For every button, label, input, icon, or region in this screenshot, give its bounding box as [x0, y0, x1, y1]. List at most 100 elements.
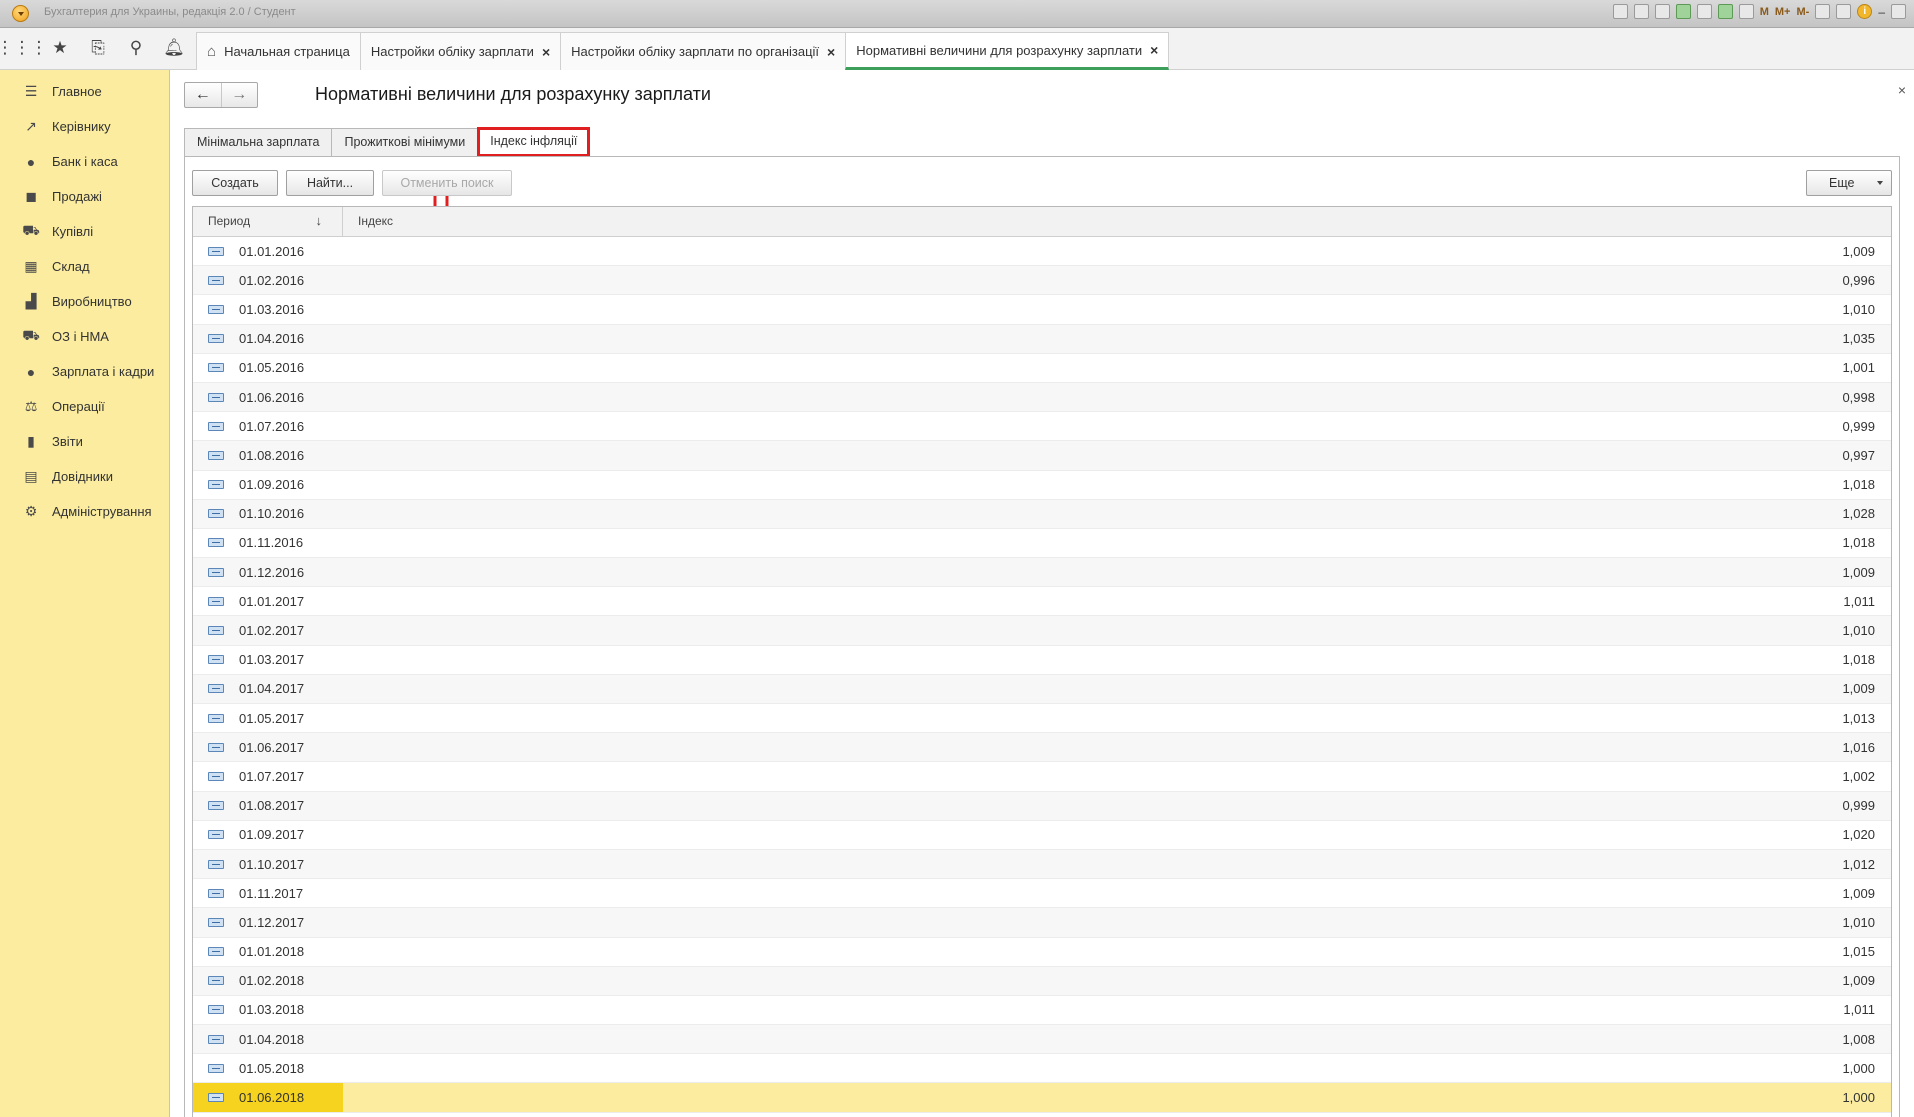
tab-payroll-settings-org[interactable]: Настройки обліку зарплати по організації… [560, 32, 847, 70]
table-row[interactable]: 01.06.2017 1,016 [193, 733, 1891, 763]
tab-home[interactable]: ⌂ Начальная страница [196, 32, 361, 70]
table-row[interactable]: 01.06.2018 1,000 [193, 1083, 1891, 1113]
table-row[interactable]: 01.10.2017 1,012 [193, 849, 1891, 880]
tab-subsistence-minimum[interactable]: Прожиткові мінімуми [331, 128, 479, 156]
index-value: 1,009 [1842, 243, 1875, 259]
table-row[interactable]: 01.04.2016 1,035 [193, 324, 1891, 354]
table-row[interactable]: 01.02.2018 1,009 [193, 966, 1891, 996]
back-arrow-icon[interactable]: ← [185, 83, 221, 107]
table-row[interactable]: 01.07.2017 1,002 [193, 762, 1891, 792]
index-value: 1,018 [1842, 477, 1875, 493]
favorites-star-icon[interactable]: ★ [48, 36, 72, 60]
table-row[interactable]: 01.04.2018 1,008 [193, 1025, 1891, 1055]
tab-payroll-settings[interactable]: Настройки обліку зарплати × [359, 32, 562, 70]
person-icon: ● [26, 363, 36, 380]
table-row[interactable]: 01.01.2018 1,015 [193, 938, 1891, 967]
table-row[interactable]: 01.08.2016 0,997 [193, 441, 1891, 471]
period-cell: 01.02.2017 [193, 616, 343, 644]
record-icon [208, 1093, 224, 1103]
restore-icon[interactable] [1891, 4, 1906, 19]
close-icon[interactable]: × [827, 44, 835, 60]
table-row[interactable]: 01.07.2016 0,999 [193, 412, 1891, 442]
record-icon [208, 626, 224, 636]
sidebar-item-operations[interactable]: ⚖ Операції [0, 389, 169, 424]
close-icon[interactable]: × [542, 44, 550, 60]
table-row[interactable]: 01.09.2016 1,018 [193, 471, 1891, 500]
column-header-period[interactable]: Период ↓ [193, 207, 343, 236]
tab-minimum-wage[interactable]: Мінімальна зарплата [184, 128, 333, 156]
create-button[interactable]: Создать [192, 170, 278, 196]
table-row[interactable]: 01.12.2017 1,010 [193, 908, 1891, 938]
table-row[interactable]: 01.11.2016 1,018 [193, 529, 1891, 559]
sidebar-item-sales[interactable]: ◼ Продажі [0, 179, 169, 214]
calendar-icon[interactable] [1738, 4, 1754, 19]
memory-m-button[interactable]: M [1760, 6, 1769, 18]
preview-icon[interactable] [1633, 4, 1649, 19]
table-row[interactable]: 01.03.2016 1,010 [193, 295, 1891, 325]
memory-minus-button[interactable]: M- [1796, 6, 1809, 18]
forward-arrow-icon[interactable]: → [220, 83, 258, 107]
mail-icon[interactable] [1696, 4, 1712, 19]
download-icon[interactable] [1675, 4, 1691, 19]
search-icon[interactable]: ⚲ [124, 36, 148, 60]
index-value: 1,028 [1842, 506, 1875, 522]
print-icon[interactable] [1612, 4, 1628, 19]
close-form-icon[interactable]: × [1898, 82, 1906, 98]
find-button[interactable]: Найти... [286, 170, 374, 196]
bell-icon[interactable]: 🔔︎ [162, 36, 186, 60]
index-value: 1,009 [1842, 681, 1875, 697]
index-value: 1,000 [1842, 1090, 1875, 1106]
table-row[interactable]: 01.10.2016 1,028 [193, 499, 1891, 529]
sidebar-item-manager[interactable]: ↗ Керівнику [0, 109, 169, 144]
sidebar-item-main[interactable]: ☰ Главное [0, 74, 169, 109]
table-row[interactable]: 01.09.2017 1,020 [193, 821, 1891, 850]
factory-icon: ▟ [25, 293, 37, 309]
panels-icon[interactable] [1836, 4, 1852, 19]
sidebar-item-purchases[interactable]: ⛟ Купівлі [0, 214, 169, 249]
period-value: 01.05.2016 [239, 360, 305, 376]
column-header-index[interactable]: Індекс [343, 207, 1891, 236]
sidebar-item-directories[interactable]: ▤ Довідники [0, 459, 169, 494]
windows-icon[interactable] [1815, 4, 1831, 19]
info-icon[interactable]: i [1857, 4, 1873, 19]
record-icon [208, 596, 224, 606]
table-row[interactable]: 01.03.2017 1,018 [193, 646, 1891, 675]
table-row[interactable]: 01.12.2016 1,009 [193, 558, 1891, 588]
minimize-icon[interactable]: – [1878, 5, 1885, 19]
sidebar-item-reports[interactable]: ▮ Звіти [0, 424, 169, 459]
table-row[interactable]: 01.05.2016 1,001 [193, 354, 1891, 383]
sidebar-item-administration[interactable]: ⚙ Адміністрування [0, 494, 169, 529]
sidebar-item-payroll[interactable]: ● Зарплата і кадри [0, 354, 169, 389]
table-row[interactable]: 01.01.2016 1,009 [193, 237, 1891, 267]
more-button[interactable]: Еще [1806, 170, 1892, 196]
tab-normative-values[interactable]: Нормативні величини для розрахунку зарпл… [845, 32, 1170, 70]
find-icon[interactable] [1654, 4, 1670, 19]
sidebar-item-fixed-assets[interactable]: ⛟ ОЗ і НМА [0, 319, 169, 354]
table-row[interactable]: 01.04.2017 1,009 [193, 674, 1891, 704]
period-cell: 01.11.2017 [193, 879, 343, 907]
table-row[interactable]: 01.05.2018 1,000 [193, 1054, 1891, 1084]
sidebar-item-warehouse[interactable]: ▦ Склад [0, 249, 169, 284]
table-row[interactable]: 01.03.2018 1,011 [193, 996, 1891, 1026]
memory-plus-button[interactable]: M+ [1775, 6, 1791, 18]
sidebar-item-production[interactable]: ▟ Виробництво [0, 284, 169, 319]
period-value: 01.08.2016 [239, 447, 305, 463]
period-value: 01.02.2018 [239, 973, 305, 989]
table-row[interactable]: 01.08.2017 0,999 [193, 791, 1891, 821]
bag-icon: ◼ [25, 188, 37, 204]
history-icon[interactable]: ⎘ [86, 36, 110, 60]
table-row[interactable]: 01.11.2017 1,009 [193, 879, 1891, 909]
close-icon[interactable]: × [1150, 42, 1158, 58]
sidebar-item-bank[interactable]: ● Банк і каса [0, 144, 169, 179]
table-row[interactable]: 01.01.2017 1,011 [193, 587, 1891, 617]
table-row[interactable]: 01.05.2017 1,013 [193, 704, 1891, 734]
app-menu-icon[interactable] [12, 5, 29, 22]
period-cell: 01.09.2017 [193, 821, 343, 849]
table-row[interactable]: 01.02.2016 0,996 [193, 266, 1891, 296]
table-row[interactable]: 01.06.2016 0,998 [193, 382, 1891, 413]
tab-inflation-index[interactable]: Індекс інфляції [477, 127, 591, 157]
table-row[interactable]: 01.02.2017 1,010 [193, 616, 1891, 646]
cancel-search-button[interactable]: Отменить поиск [382, 170, 512, 196]
spreadsheet-icon[interactable] [1717, 4, 1733, 19]
apps-grid-icon[interactable]: ⋮⋮⋮ [0, 36, 48, 60]
